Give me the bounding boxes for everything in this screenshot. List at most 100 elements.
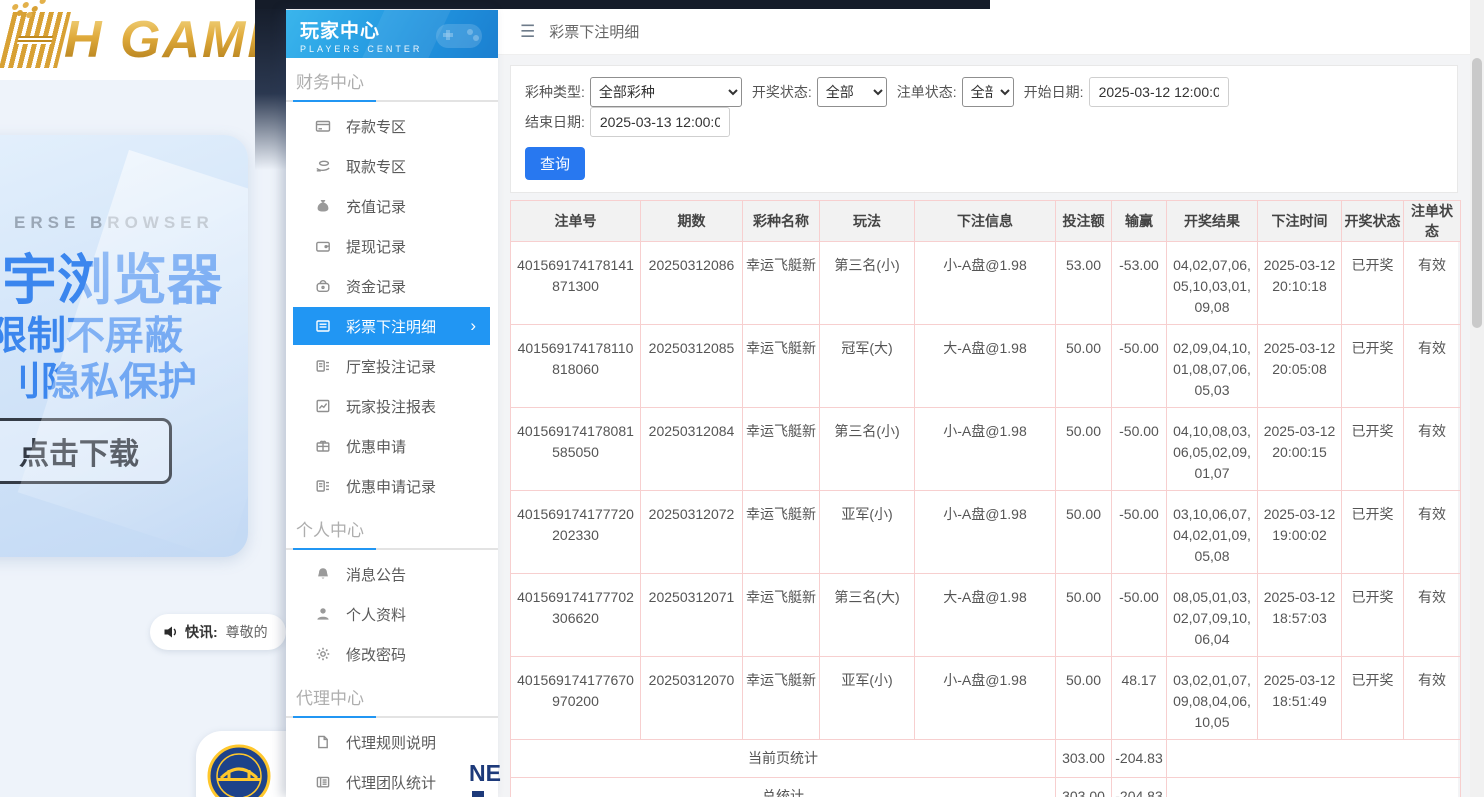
table-cell: 401569174177670970200: [511, 657, 641, 740]
table-cell: 20250312071: [641, 574, 743, 657]
table-cell: 50.00: [1056, 657, 1112, 740]
summary-row: 当前页统计303.00-204.83: [511, 740, 1461, 778]
sidebar-item-agent-rules[interactable]: 代理规则说明: [286, 722, 498, 762]
table-header-cell: 注单状态: [1404, 201, 1461, 242]
table-cell: 幸运飞艇新: [743, 491, 820, 574]
sidebar-item-player-bet-report[interactable]: 玩家投注报表: [286, 386, 498, 426]
table-row: 40156917417811081806020250312085幸运飞艇新冠军(…: [511, 325, 1461, 408]
vertical-scrollbar[interactable]: [1470, 0, 1484, 797]
table-row: 40156917417770230662020250312071幸运飞艇新第三名…: [511, 574, 1461, 657]
table-cell: 03,10,06,07,04,02,01,09,05,08: [1167, 491, 1258, 574]
table-cell: -50.00: [1112, 491, 1167, 574]
sidebar-item-withdraw-records[interactable]: 提现记录: [286, 226, 498, 266]
start-date-input[interactable]: [1089, 77, 1229, 107]
withdraw-records-icon: [315, 238, 331, 254]
players-center-sidebar: 玩家中心 PLAYERS CENTER 财务中心存款专区取款专区充值记录提现记录…: [286, 10, 498, 797]
table-header-cell: 玩法: [820, 201, 915, 242]
order-status-select[interactable]: 全部: [962, 77, 1014, 107]
site-logo-strip: H GAME: [0, 0, 255, 80]
section-underline: [286, 716, 498, 718]
table-cell: 亚军(小): [820, 491, 915, 574]
banner-title: 宇浏览器: [2, 235, 222, 315]
order-status-label: 注单状态:: [897, 82, 957, 102]
sidebar-item-label: 提现记录: [346, 236, 406, 257]
table-cell: 幸运飞艇新: [743, 242, 820, 325]
table-cell: 有效: [1404, 242, 1461, 325]
recharge-records-icon: [315, 198, 331, 214]
table-cell: 401569174178081585050: [511, 408, 641, 491]
sidebar-item-deposit-zone[interactable]: 存款专区: [286, 106, 498, 146]
announcements-icon: [315, 566, 331, 582]
table-cell: 20250312072: [641, 491, 743, 574]
sidebar-item-label: 厅室投注记录: [346, 356, 436, 377]
sidebar-item-change-password[interactable]: 修改密码: [286, 634, 498, 674]
table-cell: 2025-03-12 18:57:03: [1258, 574, 1342, 657]
hamburger-menu-icon[interactable]: ☰: [520, 22, 535, 42]
table-cell: 50.00: [1056, 574, 1112, 657]
sidebar-item-label: 优惠申请: [346, 436, 406, 457]
lottery-type-select[interactable]: 全部彩种: [590, 77, 742, 107]
table-cell: 03,02,01,07,09,08,04,06,10,05: [1167, 657, 1258, 740]
sidebar-item-lottery-bet-details[interactable]: 彩票下注明细›: [293, 307, 490, 345]
section-underline: [286, 548, 498, 550]
sidebar-item-funds-records[interactable]: 资金记录: [286, 266, 498, 306]
logo-mark-icon: [0, 12, 71, 68]
page-dark-top: [255, 0, 990, 9]
table-header-cell: 彩种名称: [743, 201, 820, 242]
sidebar-item-promo-apply[interactable]: 优惠申请: [286, 426, 498, 466]
table-cell: 有效: [1404, 325, 1461, 408]
table-cell: 小-A盘@1.98: [915, 657, 1056, 740]
table-cell: 48.17: [1112, 657, 1167, 740]
table-cell: -50.00: [1112, 408, 1167, 491]
sidebar-item-recharge-records[interactable]: 充值记录: [286, 186, 498, 226]
table-cell: 幸运飞艇新: [743, 657, 820, 740]
speaker-icon: [163, 624, 179, 640]
hall-bet-records-icon: [315, 358, 331, 374]
table-cell: 小-A盘@1.98: [915, 491, 1056, 574]
gamepad-icon: [430, 16, 488, 56]
logo-text: H GAME: [64, 10, 255, 70]
table-cell: 冠军(大): [820, 325, 915, 408]
sidebar-item-label: 修改密码: [346, 644, 406, 665]
sidebar-item-agent-team-stats[interactable]: 代理团队统计: [286, 762, 498, 797]
main-header: ☰ 彩票下注明细: [498, 9, 1470, 55]
sidebar-item-profile[interactable]: 个人资料: [286, 594, 498, 634]
background-page: ERSE BROWSER 宇浏览器 限制不屏蔽 刂隐私保护 点击下载 H GAM…: [0, 0, 286, 797]
summary-empty-cell: [1167, 740, 1461, 778]
promo-apply-icon: [315, 438, 331, 454]
table-cell: 2025-03-12 18:51:49: [1258, 657, 1342, 740]
scrollbar-thumb[interactable]: [1472, 58, 1482, 328]
sidebar-item-label: 存款专区: [346, 116, 406, 137]
browser-promo-banner: ERSE BROWSER 宇浏览器 限制不屏蔽 刂隐私保护 点击下载: [0, 135, 248, 557]
news-ticker: 快讯: 尊敬的: [150, 614, 286, 650]
news-card-title: NE: [469, 760, 501, 787]
table-header-cell: 期数: [641, 201, 743, 242]
sidebar-item-label: 优惠申请记录: [346, 476, 436, 497]
draw-status-select[interactable]: 全部: [817, 77, 887, 107]
page-title: 彩票下注明细: [549, 21, 639, 42]
table-cell: 50.00: [1056, 325, 1112, 408]
table-cell: 2025-03-12 19:00:02: [1258, 491, 1342, 574]
query-button[interactable]: 查询: [525, 147, 585, 180]
bet-details-table: 注单号期数彩种名称玩法下注信息投注额输赢开奖结果下注时间开奖状态注单状态 401…: [510, 200, 1461, 797]
summary-label: 当前页统计: [511, 740, 1056, 778]
sidebar-item-label: 取款专区: [346, 156, 406, 177]
table-cell: 401569174177702306620: [511, 574, 641, 657]
table-cell: 已开奖: [1342, 574, 1404, 657]
banner-line3: 刂隐私保护: [2, 351, 197, 407]
sidebar-item-label: 充值记录: [346, 196, 406, 217]
sidebar-item-hall-bet-records[interactable]: 厅室投注记录: [286, 346, 498, 386]
table-cell: 亚军(小): [820, 657, 915, 740]
table-header-cell: 投注额: [1056, 201, 1112, 242]
sidebar-item-withdraw-zone[interactable]: 取款专区: [286, 146, 498, 186]
sidebar-item-promo-apply-records[interactable]: 优惠申请记录: [286, 466, 498, 506]
end-date-input[interactable]: [590, 107, 730, 137]
section-underline: [286, 100, 498, 102]
sidebar-item-announcements[interactable]: 消息公告: [286, 554, 498, 594]
download-button[interactable]: 点击下载: [0, 418, 172, 484]
table-cell: 2025-03-12 20:05:08: [1258, 325, 1342, 408]
table-cell: 已开奖: [1342, 325, 1404, 408]
table-cell: 已开奖: [1342, 657, 1404, 740]
player-bet-report-icon: [315, 398, 331, 414]
table-row: 40156917417808158505020250312084幸运飞艇新第三名…: [511, 408, 1461, 491]
